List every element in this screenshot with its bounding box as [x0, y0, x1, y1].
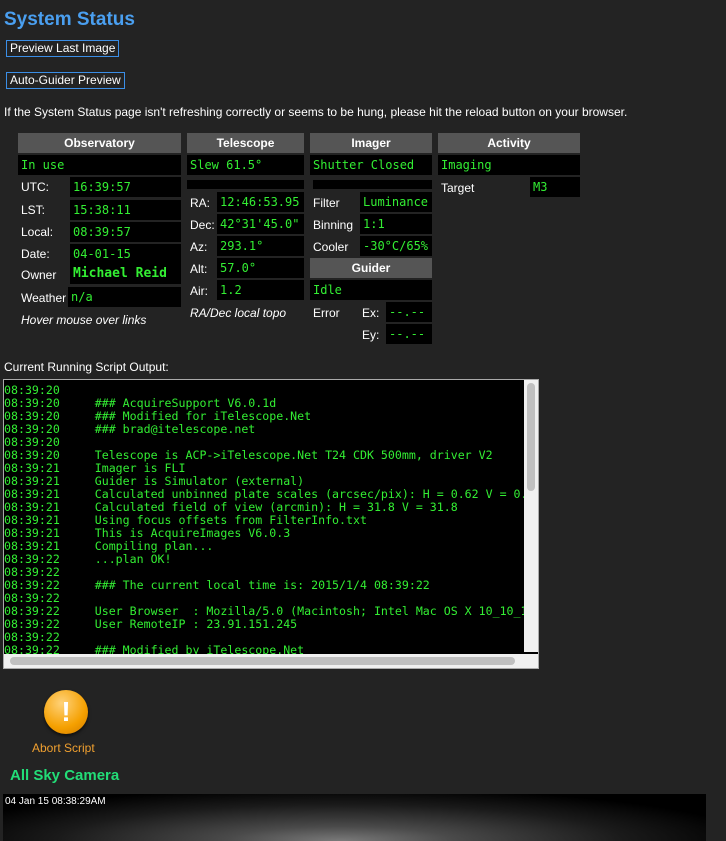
date-label: Date: [21, 247, 50, 261]
script-output-line: 08:39:22 ...plan OK! [4, 552, 172, 566]
horizontal-scrollbar[interactable] [4, 654, 524, 668]
activity-status: Imaging [438, 155, 580, 175]
radec-note: RA/Dec local topo [190, 306, 287, 320]
all-sky-timestamp: 04 Jan 15 08:38:29AM [5, 796, 106, 807]
ra-value: 12:46:53.95 [217, 192, 304, 212]
local-label: Local: [21, 225, 54, 239]
ex-value: --.-- [386, 302, 432, 322]
cooler-value: -30°C/65% [360, 236, 432, 256]
air-value: 1.2 [217, 280, 304, 300]
target-label: Target [441, 181, 475, 195]
script-output-label: Current Running Script Output: [4, 360, 169, 374]
script-output-text: 08:39:20 08:39:20 ### AcquireSupport V6.0… [4, 384, 538, 657]
imager-spacer-bar [313, 180, 432, 189]
all-sky-camera-title: All Sky Camera [10, 767, 120, 784]
owner-label: Owner [21, 268, 57, 282]
weather-value[interactable]: n/a [68, 287, 181, 307]
script-output-line: 08:39:20 ### brad@itelescope.net [4, 422, 256, 436]
az-value: 293.1° [217, 236, 304, 256]
guider-header: Guider [310, 258, 432, 278]
air-label: Air: [190, 284, 208, 298]
hover-hint: Hover mouse over links [21, 313, 147, 327]
utc-label: UTC: [21, 180, 49, 194]
binning-value: 1:1 [360, 214, 432, 234]
imager-header: Imager [310, 133, 432, 153]
filter-value: Luminance [360, 192, 432, 212]
lst-value: 15:38:11 [70, 200, 181, 220]
az-label: Az: [190, 240, 208, 254]
error-label: Error [313, 306, 340, 320]
telescope-status: Slew 61.5° [187, 155, 304, 175]
abort-script-link[interactable]: Abort Script [32, 741, 95, 755]
page-title: System Status [4, 9, 135, 30]
all-sky-camera-image[interactable]: 04 Jan 15 08:38:29AM [3, 794, 706, 841]
filter-label: Filter [313, 196, 340, 210]
script-output-line: 08:39:22 ### The current local time is: … [4, 578, 430, 592]
ex-label: Ex: [362, 306, 380, 320]
preview-last-image-button[interactable]: Preview Last Image [6, 40, 120, 57]
local-value: 08:39:57 [70, 222, 181, 242]
activity-header: Activity [438, 133, 580, 153]
cooler-label: Cooler [313, 240, 349, 254]
script-output-line: 08:39:22 User RemoteIP : 23.91.151.245 [4, 617, 298, 631]
auto-guider-preview-button[interactable]: Auto-Guider Preview [6, 72, 125, 89]
owner-value[interactable]: Michael Reid [70, 264, 181, 284]
imager-status: Shutter Closed [310, 155, 432, 175]
ey-value: --.-- [386, 324, 432, 344]
resize-handle[interactable] [524, 654, 538, 668]
alt-value: 57.0° [217, 258, 304, 278]
vertical-scroll-thumb[interactable] [527, 383, 535, 491]
utc-value: 16:39:57 [70, 177, 181, 197]
vertical-scrollbar[interactable] [524, 380, 538, 652]
warning-icon[interactable]: ! [44, 690, 88, 734]
date-value: 04-01-15 [70, 244, 181, 264]
alt-label: Alt: [190, 262, 208, 276]
lst-label: LST: [21, 203, 46, 217]
ey-label: Ey: [362, 328, 380, 342]
observatory-status: In use [18, 155, 181, 175]
ra-label: RA: [190, 196, 211, 210]
observatory-header: Observatory [18, 133, 181, 153]
binning-label: Binning [313, 218, 354, 232]
reload-notice: If the System Status page isn't refreshi… [4, 105, 628, 119]
weather-label: Weather [21, 291, 67, 305]
script-output-console[interactable]: 08:39:20 08:39:20 ### AcquireSupport V6.0… [3, 379, 539, 669]
horizontal-scroll-thumb[interactable] [10, 657, 515, 665]
telescope-header: Telescope [187, 133, 304, 153]
guider-status: Idle [310, 280, 432, 300]
target-value[interactable]: M3 [530, 177, 580, 197]
dec-value: 42°31'45.0" [217, 214, 304, 234]
telescope-spacer-bar [187, 180, 304, 189]
dec-label: Dec: [190, 218, 215, 232]
